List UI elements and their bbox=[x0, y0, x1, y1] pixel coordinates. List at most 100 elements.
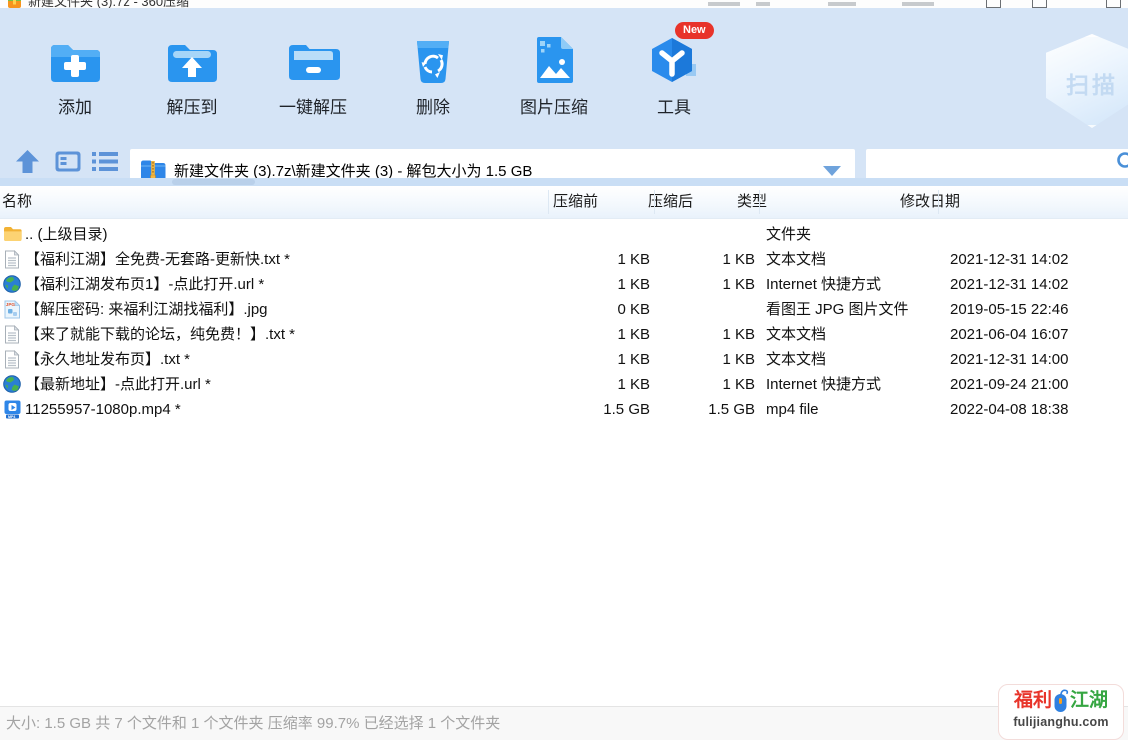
file-date: 2021-06-04 16:07 bbox=[950, 322, 1068, 347]
onekey-extract-icon bbox=[258, 30, 368, 86]
size-before: 1.5 GB bbox=[520, 397, 650, 422]
size-after: 1 KB bbox=[660, 372, 755, 397]
file-row[interactable]: 【来了就能下载的论坛，纯免费！】.txt *1 KB1 KB文本文档2021-0… bbox=[0, 322, 1128, 347]
toolbar-button-label: 解压到 bbox=[137, 93, 247, 118]
file-name: 【解压密码: 来福利江湖找福利】.jpg bbox=[25, 297, 268, 322]
menu-fragment bbox=[828, 2, 856, 6]
file-row[interactable]: 【福利江湖】全免费-无套路-更新快.txt *1 KB1 KB文本文档2021-… bbox=[0, 247, 1128, 272]
size-before: 1 KB bbox=[520, 322, 650, 347]
menu-fragment bbox=[708, 2, 740, 6]
column-header-name[interactable]: 名称 bbox=[2, 186, 32, 218]
mouse-icon bbox=[1053, 688, 1069, 714]
column-separator bbox=[548, 190, 549, 214]
scan-label: 扫描 bbox=[1042, 66, 1128, 100]
url-icon bbox=[2, 374, 22, 394]
toolbar-button-label: 图片压缩 bbox=[499, 93, 609, 118]
url-icon bbox=[2, 274, 22, 294]
file-name: 11255957-1080p.mp4 * bbox=[25, 397, 181, 422]
file-name: 【永久地址发布页】.txt * bbox=[25, 347, 190, 372]
txt-icon bbox=[2, 249, 22, 269]
txt-icon bbox=[2, 324, 22, 344]
jpg-icon: JPG bbox=[2, 299, 22, 319]
delete-icon bbox=[378, 30, 488, 86]
new-badge: New bbox=[675, 22, 714, 39]
scan-shield-button[interactable]: 扫描 bbox=[1042, 34, 1128, 128]
toolbar-button-3[interactable]: 一键解压 bbox=[258, 30, 368, 118]
file-date: 2021-09-24 21:00 bbox=[950, 372, 1068, 397]
tools-icon bbox=[619, 30, 729, 86]
file-type: 文本文档 bbox=[766, 347, 826, 372]
file-type: 文本文档 bbox=[766, 247, 826, 272]
file-name: .. (上级目录) bbox=[25, 222, 108, 247]
toolbar-button-5[interactable]: 图片压缩 bbox=[499, 30, 609, 118]
list-view-icon[interactable] bbox=[92, 151, 118, 177]
window-control-button[interactable] bbox=[1106, 0, 1121, 8]
toolbar-area: 添加解压到一键解压删除图片压缩工具New 扫描 新建文件夹 (3).7z\新建文… bbox=[0, 8, 1128, 178]
column-header-date[interactable]: 修改日期 bbox=[900, 186, 960, 218]
size-before: 1 KB bbox=[520, 272, 650, 297]
file-type: Internet 快捷方式 bbox=[766, 372, 881, 397]
size-after: 1.5 GB bbox=[660, 397, 755, 422]
file-date: 2021-12-31 14:00 bbox=[950, 347, 1068, 372]
file-name: 【福利江湖】全免费-无套路-更新快.txt * bbox=[25, 247, 290, 272]
file-date: 2021-12-31 14:02 bbox=[950, 272, 1068, 297]
folder-up-icon bbox=[2, 224, 22, 244]
logo-text-left: 福利 bbox=[1014, 688, 1052, 714]
column-scroll-strip bbox=[0, 178, 1128, 186]
menu-fragment bbox=[902, 2, 934, 6]
toolbar-button-2[interactable]: 解压到 bbox=[137, 30, 247, 118]
toolbar-button-label: 删除 bbox=[378, 93, 488, 118]
window-control-button[interactable] bbox=[986, 0, 1001, 8]
file-row[interactable]: JPG【解压密码: 来福利江湖找福利】.jpg 0 KB 看图王 JPG 图片文件 2… bbox=[0, 297, 1128, 322]
status-text: 大小: 1.5 GB 共 7 个文件和 1 个文件夹 压缩率 99.7% 已经选… bbox=[6, 707, 500, 740]
file-type: 看图王 JPG 图片文件 bbox=[766, 297, 909, 322]
txt-icon bbox=[2, 349, 22, 369]
column-separator bbox=[654, 190, 655, 214]
menu-fragment bbox=[756, 2, 770, 6]
toolbar-button-4[interactable]: 删除 bbox=[378, 30, 488, 118]
file-type: mp4 file bbox=[766, 397, 819, 422]
size-before: 0 KB bbox=[520, 297, 650, 322]
size-before: 1 KB bbox=[520, 247, 650, 272]
column-header-type[interactable]: 类型 bbox=[737, 186, 767, 218]
column-header-row: 名称 压缩前 压缩后 类型 修改日期 bbox=[0, 186, 1128, 219]
column-separator bbox=[938, 190, 939, 214]
file-list: .. (上级目录)文件夹【福利江湖】全免费-无套路-更新快.txt *1 KB1… bbox=[0, 222, 1128, 702]
toolbar-button-label: 添加 bbox=[20, 93, 130, 118]
file-row[interactable]: .. (上级目录) 文件夹 bbox=[0, 222, 1128, 247]
window-control-button[interactable] bbox=[1032, 0, 1047, 8]
app-icon bbox=[8, 0, 21, 8]
toolbar-button-1[interactable]: 添加 bbox=[20, 30, 130, 118]
up-level-icon[interactable] bbox=[14, 148, 41, 180]
file-type: 文本文档 bbox=[766, 322, 826, 347]
logo-text-right: 江湖 bbox=[1070, 688, 1108, 714]
file-row[interactable]: 【福利江湖发布页1】-点此打开.url *1 KB1 KBInternet 快捷… bbox=[0, 272, 1128, 297]
file-row[interactable]: 【最新地址】-点此打开.url *1 KB1 KBInternet 快捷方式20… bbox=[0, 372, 1128, 397]
file-type: 文件夹 bbox=[766, 222, 811, 247]
size-after: 1 KB bbox=[660, 272, 755, 297]
size-before: 1 KB bbox=[520, 372, 650, 397]
image-compress-icon bbox=[499, 30, 609, 86]
file-date: 2022-04-08 18:38 bbox=[950, 397, 1068, 422]
search-icon[interactable] bbox=[1116, 151, 1128, 178]
file-row[interactable]: MP4 11255957-1080p.mp4 * 1.5 GB 1.5 GB mp4 f… bbox=[0, 397, 1128, 422]
size-after: 1 KB bbox=[660, 347, 755, 372]
column-separator bbox=[759, 190, 760, 214]
toolbar-button-6[interactable]: 工具New bbox=[619, 30, 729, 118]
file-row[interactable]: 【永久地址发布页】.txt *1 KB1 KB文本文档2021-12-31 14… bbox=[0, 347, 1128, 372]
status-bar: 大小: 1.5 GB 共 7 个文件和 1 个文件夹 压缩率 99.7% 已经选… bbox=[0, 706, 1128, 740]
address-dropdown-icon[interactable] bbox=[823, 166, 841, 176]
logo-domain: fulijianghu.com bbox=[999, 715, 1123, 729]
titlebar: 新建文件夹 (3).7z - 360压缩 bbox=[0, 0, 1128, 8]
column-header-before[interactable]: 压缩前 bbox=[553, 186, 598, 218]
svg-text:MP4: MP4 bbox=[8, 414, 15, 418]
toolbar-button-label: 一键解压 bbox=[258, 93, 368, 118]
preview-view-icon[interactable] bbox=[54, 150, 82, 178]
mp4-icon: MP4 bbox=[2, 399, 22, 419]
scrollbar-thumb[interactable] bbox=[172, 179, 255, 185]
size-after: 1 KB bbox=[660, 247, 755, 272]
file-name: 【福利江湖发布页1】-点此打开.url * bbox=[25, 272, 264, 297]
window-title: 新建文件夹 (3).7z - 360压缩 bbox=[28, 0, 189, 8]
extract-folder-icon bbox=[137, 30, 247, 86]
file-date: 2019-05-15 22:46 bbox=[950, 297, 1068, 322]
